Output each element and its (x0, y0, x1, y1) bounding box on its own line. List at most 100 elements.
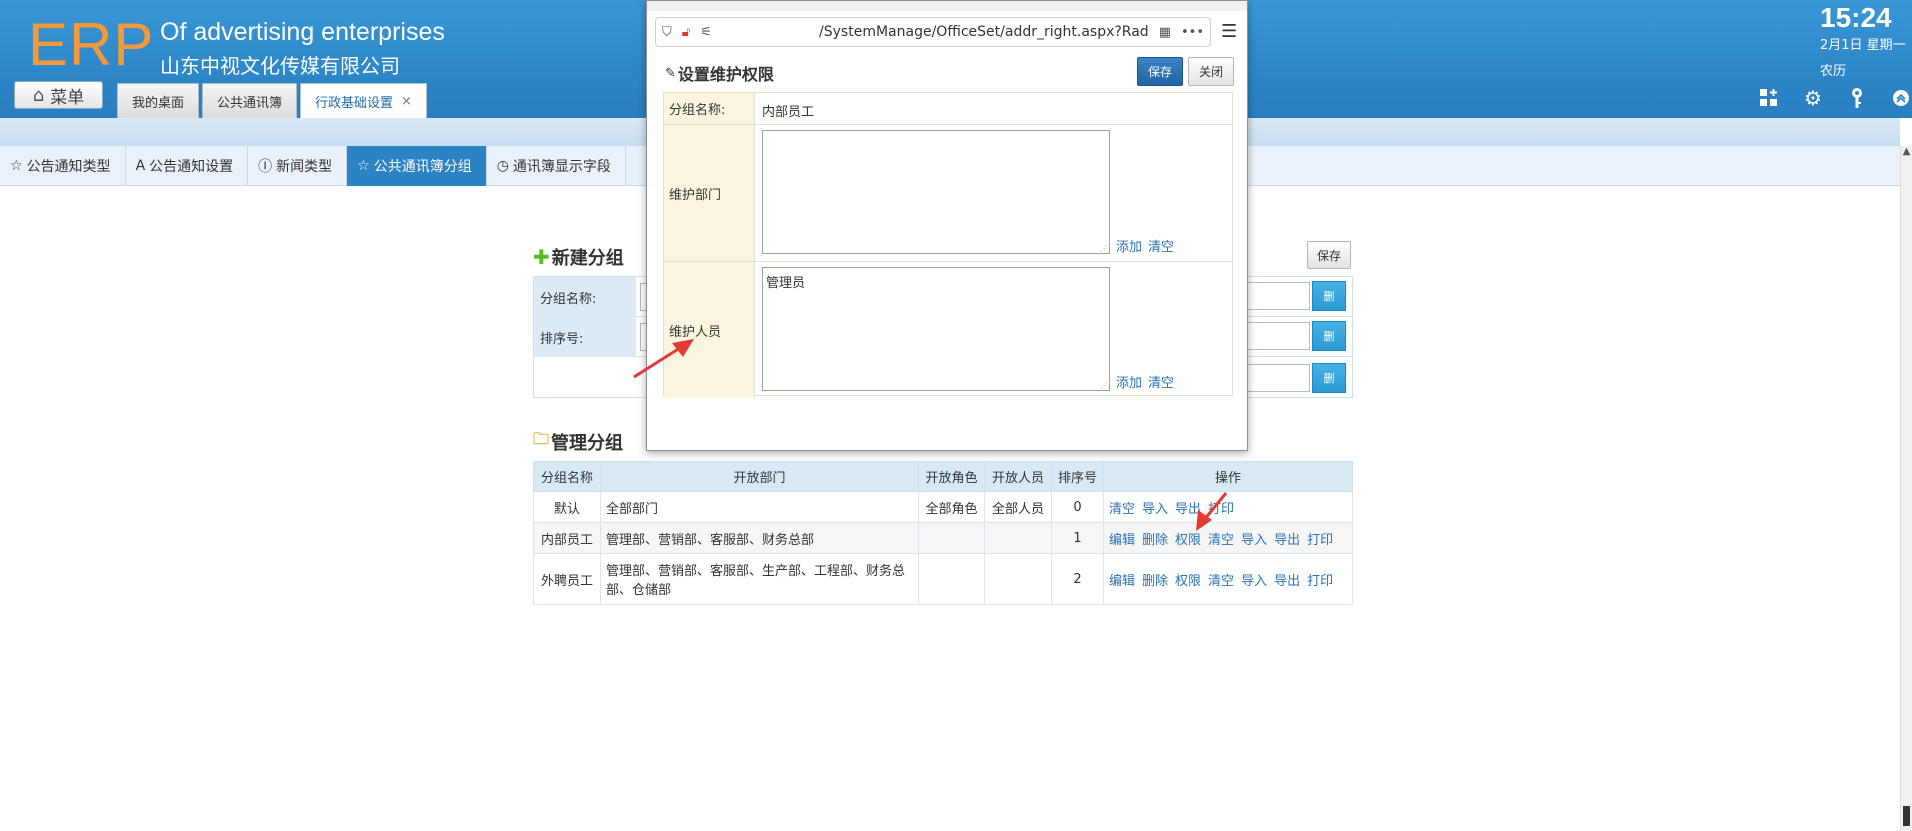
export-link[interactable]: 导出 (1175, 502, 1201, 517)
table-row: 默认 全部部门 全部角色 全部人员 0 清空 导入 导出 打印 (533, 491, 1353, 523)
edit-link[interactable]: 编辑 (1109, 533, 1135, 548)
delete-link[interactable]: 删除 (1142, 533, 1168, 548)
row-person: 维护人员 管理员 ⋰ 添加 清空 (664, 262, 1232, 398)
edit-link[interactable]: 编辑 (1109, 574, 1135, 589)
col-open-dept: 开放部门 (600, 461, 919, 492)
clear-link[interactable]: 清空 (1109, 502, 1135, 517)
window-titlebar (647, 1, 1247, 11)
permission-link[interactable]: 权限 (1175, 574, 1201, 589)
info-icon: Ⓘ (258, 159, 273, 175)
collapse-up-icon[interactable] (1890, 87, 1912, 109)
row-actions: 编辑 删除 权限 清空 导入 导出 打印 (1103, 553, 1353, 605)
menu-label: 菜单 (50, 87, 85, 108)
vertical-scrollbar[interactable]: ▲ (1900, 146, 1912, 831)
dept-clear-link[interactable]: 清空 (1148, 240, 1174, 255)
groups-table: 分组名称 开放部门 开放角色 开放人员 排序号 操作 默认 全部部门 全部角色 … (533, 461, 1353, 605)
row-actions: 清空 导入 导出 打印 (1103, 491, 1353, 523)
col-group-name: 分组名称 (533, 461, 601, 492)
col-order: 排序号 (1051, 461, 1104, 492)
key-icon[interactable] (1846, 87, 1868, 109)
clear-link[interactable]: 清空 (1208, 533, 1234, 548)
print-link[interactable]: 打印 (1307, 574, 1333, 589)
clear-link[interactable]: 清空 (1208, 574, 1234, 589)
more-icon[interactable]: ••• (1181, 25, 1204, 40)
dept-label: 维护部门 (664, 125, 755, 261)
brand-chinese: 山东中视文化传媒有限公司 (160, 54, 400, 78)
font-icon: A (135, 158, 146, 174)
group-name-label: 分组名称: (534, 277, 636, 317)
clock-icon: ◷ (496, 158, 509, 174)
hamburger-menu-icon[interactable]: ☰ (1221, 21, 1237, 42)
person-clear-link[interactable]: 清空 (1148, 376, 1174, 391)
url-text: /SystemManage/OfficeSet/addr_right.aspx?… (819, 24, 1149, 40)
star-icon: ☆ (357, 158, 370, 174)
person-actions: 添加 清空 (1116, 372, 1180, 391)
permission-link[interactable]: 权限 (1175, 533, 1201, 548)
import-link[interactable]: 导入 (1241, 533, 1267, 548)
dialog-close-button[interactable]: 关闭 (1188, 57, 1234, 86)
person-add-link[interactable]: 添加 (1116, 376, 1142, 391)
brand-english: Of advertising enterprises (160, 18, 445, 46)
group-name-label: 分组名称: (664, 93, 755, 124)
qr-icon[interactable]: ▦ (1159, 25, 1171, 40)
delete-button-3[interactable]: 删 (1312, 363, 1346, 393)
dept-actions: 添加 清空 (1116, 236, 1180, 255)
permission-form: 分组名称: 内部员工 维护部门 ⋰ 添加 清空 维护人员 管理员 ⋰ 添加 清空 (663, 92, 1233, 398)
tab-my-desktop[interactable]: 我的桌面 (117, 83, 200, 118)
import-link[interactable]: 导入 (1142, 502, 1168, 517)
table-row: 外聘员工 管理部、营销部、客服部、生产部、工程部、财务总部、仓储部 2 编辑 删除… (533, 553, 1353, 605)
order-label: 排序号: (534, 317, 636, 357)
lunar-date: 农历 (1820, 64, 1847, 79)
delete-button-2[interactable]: 删 (1312, 321, 1346, 351)
tab-public-addressbook[interactable]: 公共通讯簿 (202, 83, 298, 118)
permission-dialog: ⛉ 🔓︎ ⚟ /SystemManage/OfficeSet/addr_righ… (646, 0, 1248, 451)
col-open-person: 开放人员 (984, 461, 1052, 492)
clock-date: 2月1日 星期一 (1820, 38, 1906, 53)
gear-icon[interactable]: ⚙ (1802, 86, 1824, 110)
scrollbar-thumb[interactable] (1903, 806, 1910, 826)
close-icon[interactable]: × (401, 94, 412, 109)
url-bar[interactable]: ⛉ 🔓︎ ⚟ /SystemManage/OfficeSet/addr_righ… (655, 17, 1211, 47)
top-tabs: 我的桌面 公共通讯簿 行政基础设置 × (117, 83, 427, 118)
home-icon: ⌂ (32, 84, 45, 106)
resize-grip-icon[interactable]: ⋰ (1100, 381, 1108, 390)
nav-addressbook-fields[interactable]: ◷ 通讯簿显示字段 (487, 146, 626, 186)
export-link[interactable]: 导出 (1274, 533, 1300, 548)
delete-link[interactable]: 删除 (1142, 574, 1168, 589)
edit-icon: ✎ (665, 65, 676, 81)
print-link[interactable]: 打印 (1208, 502, 1234, 517)
dept-add-link[interactable]: 添加 (1116, 240, 1142, 255)
delete-button-1[interactable]: 删 (1312, 281, 1346, 311)
star-icon: ☆ (10, 158, 23, 174)
right-input-1[interactable] (1248, 282, 1310, 310)
manage-group-title: 🗀 管理分组 (533, 429, 624, 454)
folder-icon: 🗀 (533, 429, 550, 448)
dialog-save-button[interactable]: 保存 (1137, 57, 1183, 86)
table-header: 分组名称 开放部门 开放角色 开放人员 排序号 操作 (533, 461, 1353, 492)
menu-button[interactable]: ⌂ 菜单 (14, 81, 103, 109)
new-group-save-button[interactable]: 保存 (1307, 241, 1351, 269)
nav-notice-settings[interactable]: A 公告通知设置 (126, 146, 249, 186)
clock-time: 15:24 (1820, 2, 1892, 33)
scroll-up-icon[interactable]: ▲ (1901, 146, 1912, 157)
shield-icon: ⛉ (662, 24, 672, 40)
nav-addressbook-group[interactable]: ☆ 公共通讯簿分组 (347, 146, 487, 186)
export-link[interactable]: 导出 (1274, 574, 1300, 589)
permissions-icon: ⚟ (700, 24, 712, 40)
erp-logo: ERP (28, 11, 155, 78)
nav-news-type[interactable]: Ⓘ 新闻类型 (248, 146, 348, 186)
plus-icon: ✚ (533, 245, 550, 269)
col-open-role: 开放角色 (918, 461, 985, 492)
row-actions: 编辑 删除 权限 清空 导入 导出 打印 (1103, 522, 1353, 554)
print-link[interactable]: 打印 (1307, 533, 1333, 548)
dept-textarea[interactable]: ⋰ (762, 130, 1110, 254)
person-textarea[interactable]: 管理员 ⋰ (762, 267, 1110, 391)
nav-notice-type[interactable]: ☆ 公告通知类型 (0, 146, 126, 186)
person-label: 维护人员 (664, 262, 755, 398)
tab-admin-settings[interactable]: 行政基础设置 × (300, 83, 427, 118)
right-input-3[interactable] (1248, 364, 1310, 392)
grid-add-icon[interactable] (1758, 87, 1780, 109)
import-link[interactable]: 导入 (1241, 574, 1267, 589)
right-input-2[interactable] (1248, 322, 1310, 350)
resize-grip-icon[interactable]: ⋰ (1100, 244, 1108, 253)
